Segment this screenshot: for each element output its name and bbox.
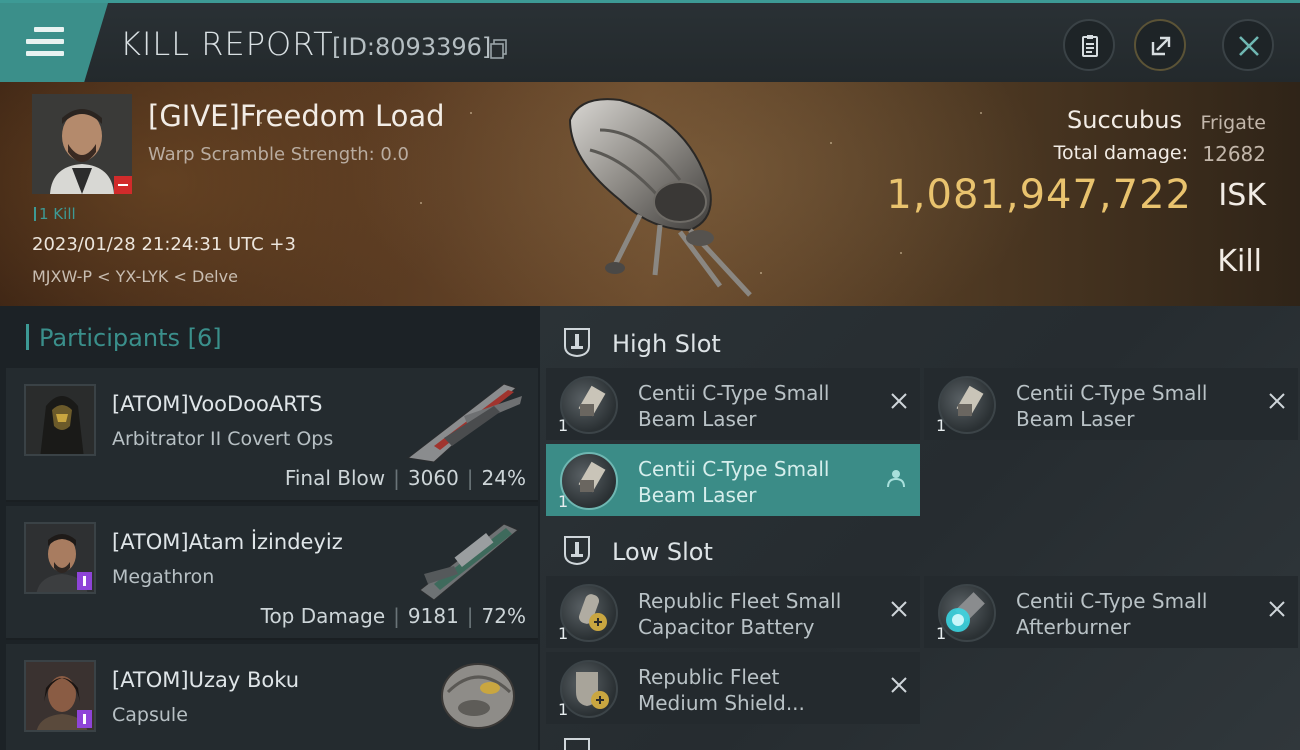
participant-ship: Megathron (112, 566, 215, 588)
capacitor-battery-icon (560, 584, 618, 642)
shield-extender-icon (560, 660, 618, 718)
ship-class: Frigate (1200, 112, 1266, 134)
participant-ship-image (406, 383, 522, 463)
participant-ship: Capsule (112, 704, 188, 726)
menu-button[interactable] (0, 3, 108, 82)
high-slot-icon (564, 328, 590, 358)
copy-icon[interactable] (490, 39, 508, 59)
clipboard-icon (1082, 35, 1098, 57)
low-slot-label: Low Slot (612, 538, 713, 566)
beam-laser-icon (560, 452, 618, 510)
close-icon (1239, 36, 1259, 56)
module-name: Republic Fleet Small Capacitor Battery (638, 589, 842, 639)
module-quantity: 1 (936, 416, 947, 435)
module-name: Centii C-Type Small Beam Laser (638, 457, 830, 507)
module-name: Centii C-Type Small Beam Laser (1016, 381, 1208, 431)
victim-avatar[interactable] (32, 94, 132, 194)
total-damage-label: Total damage: (1053, 142, 1188, 164)
participant-avatar[interactable] (24, 384, 96, 456)
module-slot[interactable]: 1 Centii C-Type Small Afterburner (924, 576, 1298, 648)
participant-ship: Arbitrator II Covert Ops (112, 428, 334, 450)
high-slot-header: High Slot (546, 312, 1296, 372)
top-bar: KILL REPORT [ID:8093396] (0, 0, 1300, 82)
isk-value: 1,081,947,722 (886, 172, 1192, 218)
isk-unit: ISK (1218, 178, 1266, 213)
result-tag: Kill (1217, 244, 1262, 279)
module-quantity: 1 (558, 492, 569, 511)
high-slot-label: High Slot (612, 330, 721, 358)
participant-damage: 9181 (407, 604, 459, 628)
module-quantity: 1 (558, 416, 569, 435)
destroyed-icon (1269, 601, 1285, 617)
participant-percent: 72% (481, 604, 526, 628)
share-icon (1151, 36, 1171, 56)
participant-row[interactable]: [ATOM]Uzay Boku Capsule (6, 644, 538, 750)
destroyed-icon (891, 601, 907, 617)
participant-ship-image (441, 663, 515, 729)
menu-icon (26, 27, 64, 57)
participants-header: Participants [6] (26, 324, 222, 352)
low-slot-header: Low Slot (546, 520, 1296, 580)
hostile-badge (114, 176, 132, 194)
participant-role: Top Damage (260, 604, 386, 628)
participant-percent: 24% (481, 466, 526, 490)
victim-header: [GIVE]Freedom Load Warp Scramble Strengt… (0, 82, 1300, 306)
participant-name[interactable]: [ATOM]Atam İzindeyiz (112, 530, 343, 554)
participant-row[interactable]: [ATOM]VooDooARTS Arbitrator II Covert Op… (6, 368, 538, 502)
kill-datetime: 2023/01/28 21:24:31 UTC +3 (32, 234, 296, 255)
participant-role: Final Blow (284, 466, 386, 490)
participant-name[interactable]: [ATOM]VooDooARTS (112, 392, 322, 416)
warp-scramble: Warp Scramble Strength: 0.0 (148, 144, 410, 165)
share-button[interactable] (1134, 19, 1186, 71)
participants-panel: Participants [6] [ATOM]VooDooARTS Arbitr… (0, 306, 540, 750)
next-slot-header (546, 730, 1296, 750)
module-quantity: 1 (558, 700, 569, 719)
participant-badge (77, 710, 92, 728)
participant-stats: Final Blow | 3060 | 24% (284, 466, 526, 490)
destroyed-icon (891, 393, 907, 409)
victim-ship-image (568, 98, 752, 297)
afterburner-icon (938, 584, 996, 642)
module-quantity: 1 (558, 624, 569, 643)
total-damage-value: 12682 (1202, 142, 1266, 166)
destroyed-icon (1269, 393, 1285, 409)
victim-name[interactable]: [GIVE]Freedom Load (148, 99, 445, 133)
participant-badge (77, 572, 92, 590)
participant-row[interactable]: [ATOM]Atam İzindeyiz Megathron Top Damag… (6, 506, 538, 640)
page-title: KILL REPORT (120, 25, 334, 63)
module-slot[interactable]: 1 Centii C-Type Small Beam Laser (546, 368, 920, 440)
module-name: Republic Fleet Medium Shield... (638, 665, 805, 715)
ship-name[interactable]: Succubus (1067, 106, 1182, 134)
destroyed-icon (891, 677, 907, 693)
module-quantity: 1 (936, 624, 947, 643)
kill-location[interactable]: MJXW-P < YX-LYK < Delve (32, 267, 238, 286)
kill-count: 1 Kill (34, 205, 76, 223)
module-slot[interactable]: 1 Centii C-Type Small Beam Laser (546, 444, 920, 516)
participant-name[interactable]: [ATOM]Uzay Boku (112, 668, 299, 692)
report-id: [ID:8093396] (332, 33, 492, 61)
module-slot[interactable]: 1 Centii C-Type Small Beam Laser (924, 368, 1298, 440)
participant-avatar[interactable] (24, 660, 96, 732)
low-slot-icon (564, 536, 590, 566)
participant-avatar[interactable] (24, 522, 96, 594)
beam-laser-icon (938, 376, 996, 434)
module-name: Centii C-Type Small Beam Laser (638, 381, 830, 431)
dropped-person-icon (887, 470, 905, 488)
clipboard-button[interactable] (1063, 19, 1115, 71)
fitting-panel: High Slot 1 Centii C-Type Small Beam Las… (540, 306, 1300, 750)
close-button[interactable] (1222, 19, 1274, 71)
participants-count: [6] (187, 324, 222, 352)
module-slot[interactable]: 1 Republic Fleet Small Capacitor Battery (546, 576, 920, 648)
participant-ship-image (419, 523, 519, 601)
participant-stats: Top Damage | 9181 | 72% (260, 604, 526, 628)
beam-laser-icon (560, 376, 618, 434)
participant-damage: 3060 (407, 466, 459, 490)
module-name: Centii C-Type Small Afterburner (1016, 589, 1208, 639)
module-slot[interactable]: 1 Republic Fleet Medium Shield... (546, 652, 920, 724)
slot-icon (564, 738, 590, 750)
